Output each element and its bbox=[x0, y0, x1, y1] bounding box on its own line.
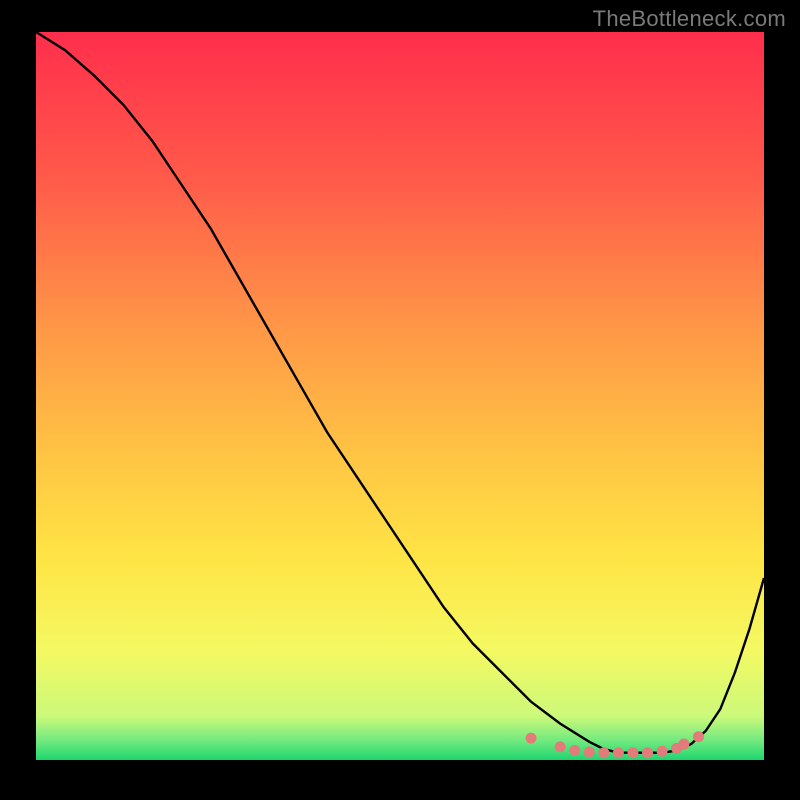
chart-marker-dot bbox=[627, 747, 638, 758]
chart-marker-dot bbox=[526, 733, 537, 744]
chart-marker-dot bbox=[642, 747, 653, 758]
chart-marker-dot bbox=[693, 731, 704, 742]
watermark-text: TheBottleneck.com bbox=[593, 6, 786, 32]
chart-marker-dot bbox=[569, 745, 580, 756]
chart-marker-dot bbox=[613, 747, 624, 758]
chart-marker-dot bbox=[598, 747, 609, 758]
chart-marker-dot bbox=[678, 738, 689, 749]
chart-svg bbox=[36, 32, 764, 760]
chart-marker-dot bbox=[555, 741, 566, 752]
chart-plot-area bbox=[36, 32, 764, 760]
chart-marker-dot bbox=[657, 746, 668, 757]
chart-marker-dot bbox=[584, 746, 595, 757]
chart-background-gradient bbox=[36, 32, 764, 760]
